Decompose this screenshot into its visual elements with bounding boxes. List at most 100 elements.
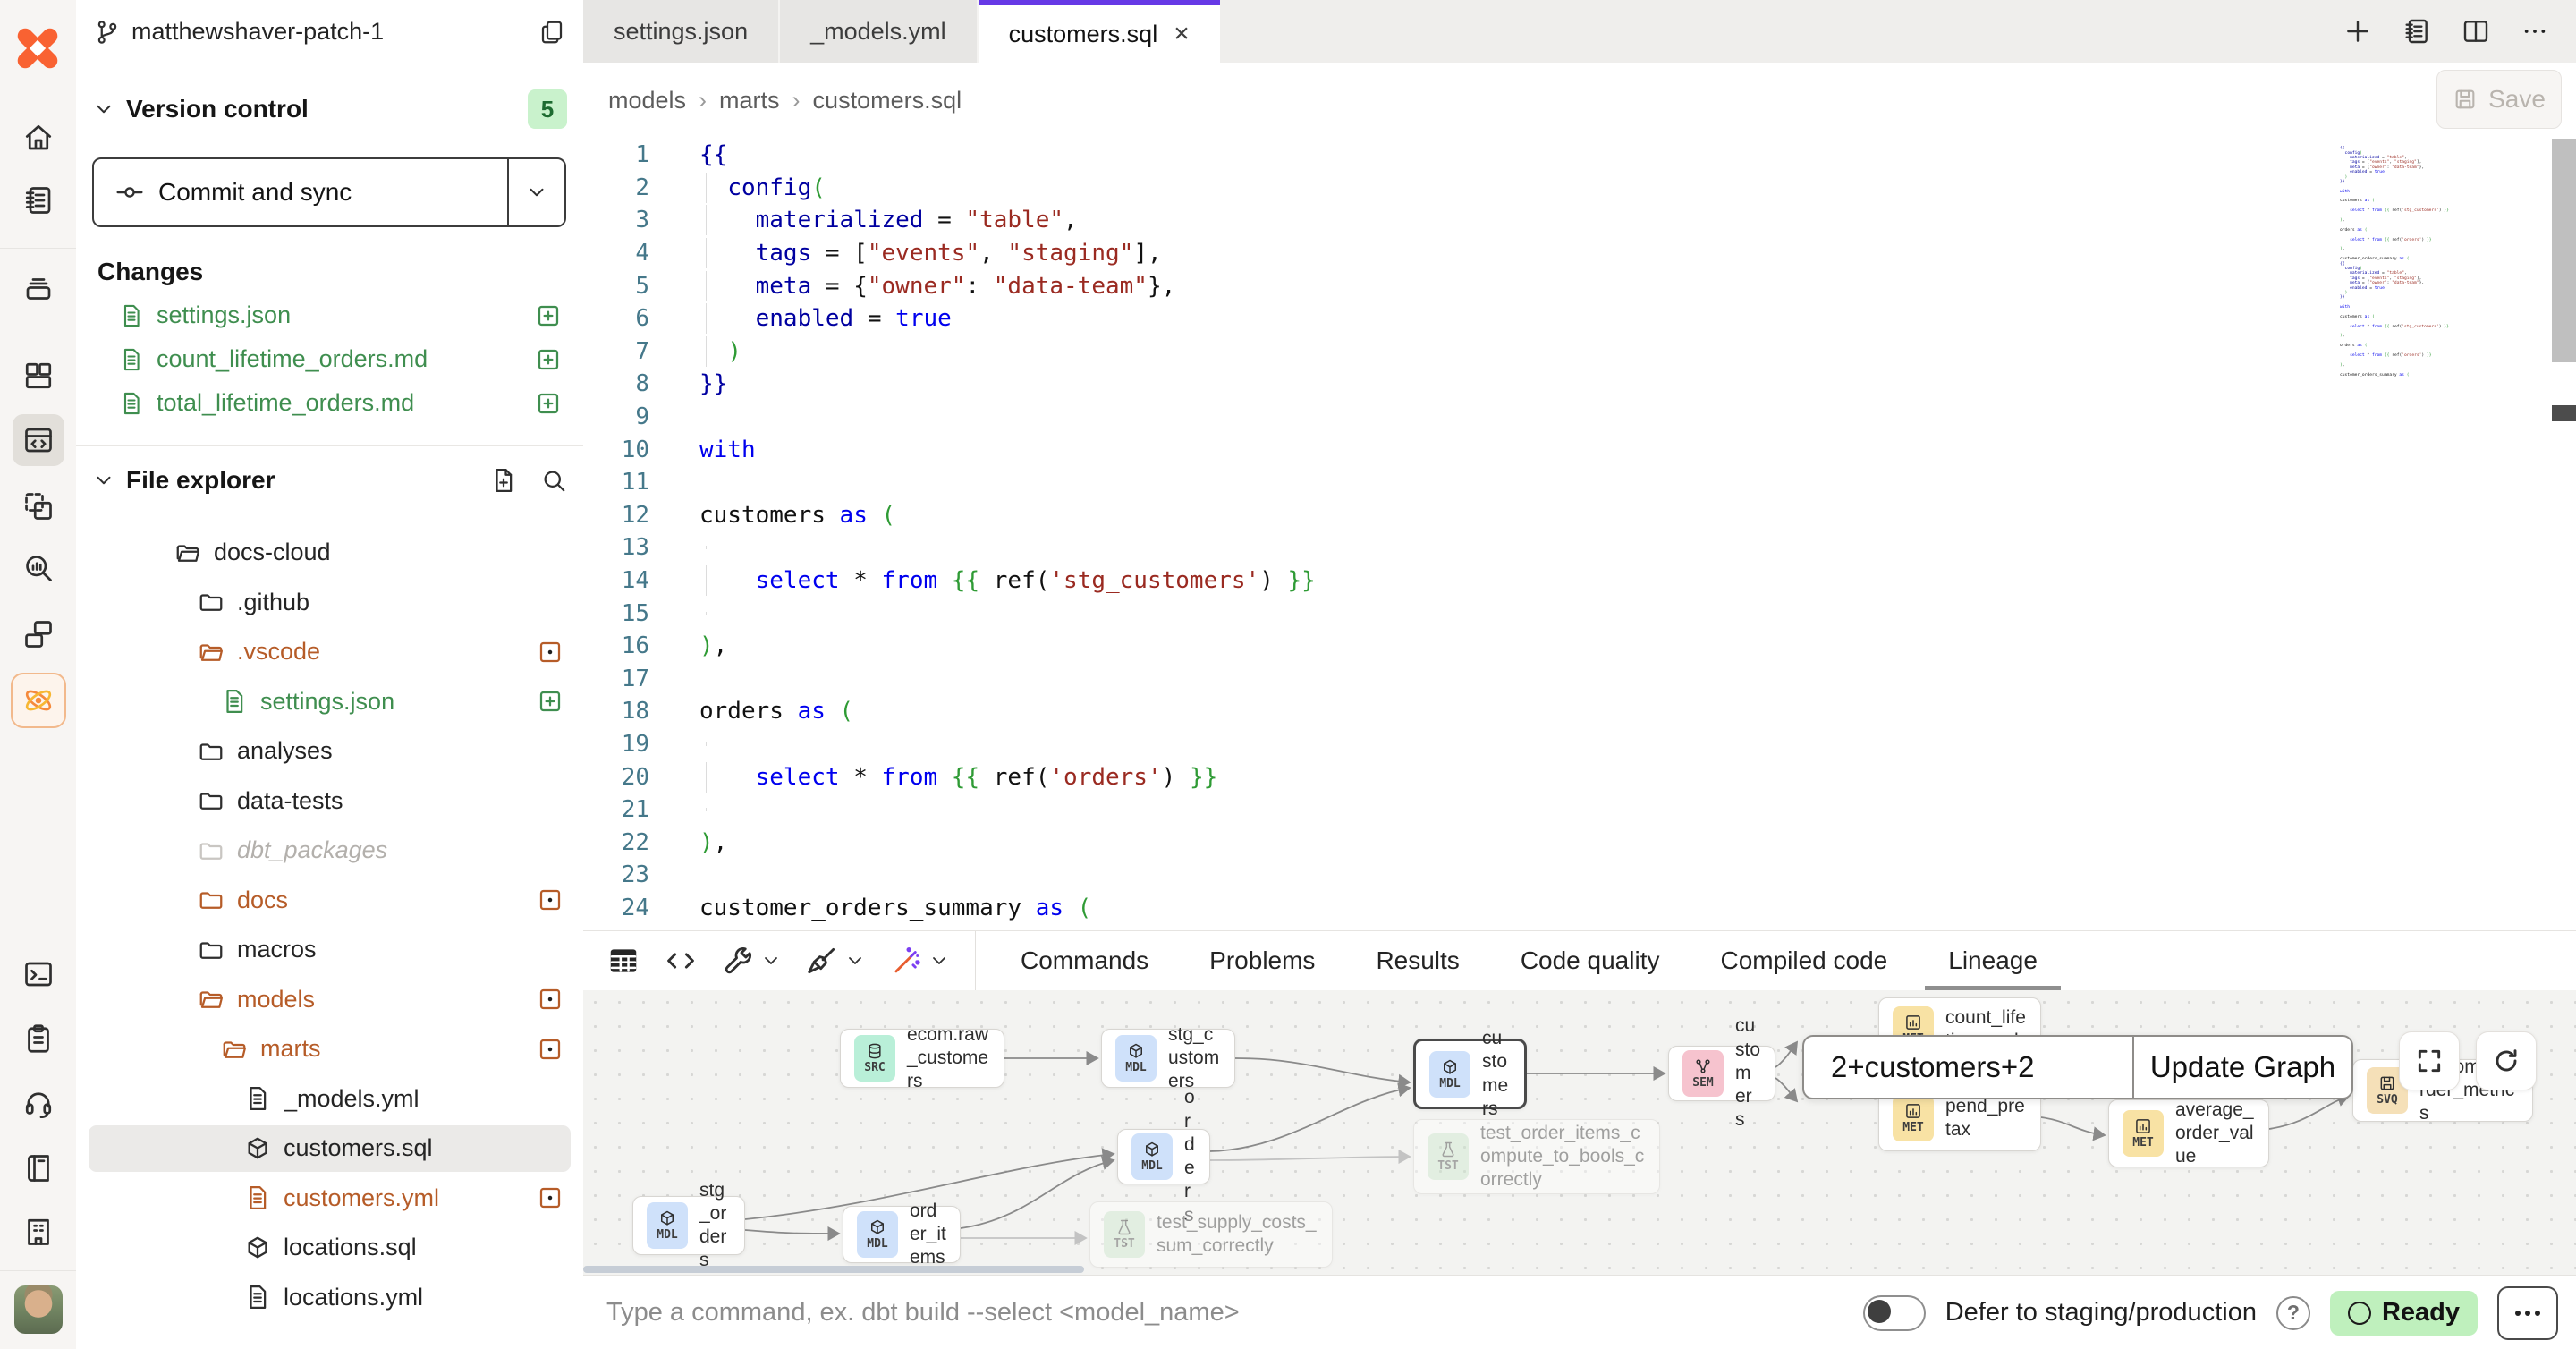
rail-item-headset-icon[interactable]: [13, 1078, 64, 1130]
chevron-down-icon[interactable]: [760, 950, 782, 971]
tree-item-locations.yml[interactable]: locations.yml: [76, 1273, 583, 1323]
code-line: 9: [583, 401, 2576, 434]
rail-item-select-copy-icon[interactable]: [13, 480, 64, 532]
defer-toggle[interactable]: [1863, 1295, 1926, 1331]
lineage-node-ecom.raw_customers[interactable]: SRCecom.raw_customers: [840, 1029, 1004, 1088]
panel-tab-results[interactable]: Results: [1345, 931, 1489, 990]
panel-tab-code-quality[interactable]: Code quality: [1490, 931, 1690, 990]
lineage-canvas[interactable]: SRCecom.raw_customers MDLstg_customers MDL…: [583, 990, 2576, 1275]
rail-item-terminal-icon[interactable]: [13, 948, 64, 1000]
lineage-node-test_order_items[interactable]: TSTtest_order_items_compute_to_bools_cor…: [1413, 1119, 1660, 1194]
split-editor-icon[interactable]: [2462, 17, 2490, 46]
tree-item-label: customers.yml: [284, 1184, 522, 1212]
changed-file-row[interactable]: total_lifetime_orders.md: [76, 381, 583, 425]
lineage-node-customers_sem[interactable]: SEMcustomers: [1668, 1046, 1775, 1101]
panel-tab-commands[interactable]: Commands: [990, 931, 1179, 990]
panel-tab-problems[interactable]: Problems: [1179, 931, 1345, 990]
scrollbar-handle[interactable]: [2552, 405, 2576, 421]
lineage-node-stg_customers[interactable]: MDLstg_customers: [1101, 1029, 1235, 1088]
tree-item-locations.sql[interactable]: locations.sql: [76, 1223, 583, 1273]
editor-scrollbar[interactable]: [2552, 139, 2576, 362]
ai-wand-icon[interactable]: [889, 944, 923, 978]
changed-file-row[interactable]: settings.json: [76, 293, 583, 337]
rail-item-notebook-icon[interactable]: [13, 174, 64, 226]
search-icon[interactable]: [540, 467, 567, 494]
build-wrench-icon[interactable]: [721, 944, 755, 978]
tab-settings.json[interactable]: settings.json: [583, 0, 780, 63]
tab-customers.sql[interactable]: customers.sql×: [979, 0, 1220, 63]
breadcrumb-item[interactable]: marts: [719, 87, 780, 115]
new-file-icon[interactable]: [490, 467, 517, 494]
command-input[interactable]: Type a command, ex. dbt build --select <…: [583, 1298, 1863, 1328]
tree-item-_models.yml[interactable]: _models.yml: [76, 1074, 583, 1124]
changed-file-row[interactable]: count_lifetime_orders.md: [76, 337, 583, 381]
lineage-node-customers_model[interactable]: MDLcustomers: [1413, 1039, 1527, 1109]
tree-item-data-tests[interactable]: data-tests: [76, 776, 583, 827]
chevron-down-icon[interactable]: [844, 950, 866, 971]
commit-options-caret[interactable]: [507, 159, 564, 225]
chevron-down-icon[interactable]: [928, 950, 950, 971]
rail-item-atom-icon[interactable]: [11, 673, 66, 728]
format-broom-icon[interactable]: [805, 944, 839, 978]
rail-item-clipboard-icon[interactable]: [13, 1013, 64, 1065]
lineage-node-label: ecom.raw_customers: [907, 1023, 990, 1094]
rail-item-search-chart-icon[interactable]: [13, 542, 64, 594]
fullscreen-button[interactable]: [2399, 1031, 2460, 1090]
lineage-node-order_items[interactable]: MDLorder_items: [843, 1206, 961, 1263]
save-button[interactable]: Save: [2436, 70, 2562, 129]
rail-item-building-icon[interactable]: [13, 1206, 64, 1258]
rail-item-stack-icon[interactable]: [13, 263, 64, 315]
tree-item-docs[interactable]: docs: [76, 876, 583, 926]
tree-item-settings.json[interactable]: settings.json: [76, 677, 583, 727]
update-graph-button[interactable]: Update Graph: [2132, 1037, 2351, 1098]
avatar[interactable]: [14, 1285, 63, 1334]
lineage-node-average_order_value[interactable]: METaverage_order_value: [2108, 1099, 2269, 1167]
changes-title: Changes: [97, 258, 203, 286]
tree-item-docs-cloud[interactable]: docs-cloud: [76, 528, 583, 578]
copy-icon[interactable]: [538, 19, 565, 46]
tree-item-dbt_packages[interactable]: dbt_packages: [76, 826, 583, 876]
tree-item-models[interactable]: models: [76, 975, 583, 1025]
results-table-icon[interactable]: [606, 944, 640, 978]
minimap[interactable]: {{ config( materialized = "table", tags …: [2336, 146, 2470, 405]
refresh-graph-button[interactable]: [2476, 1031, 2537, 1090]
status-more-button[interactable]: [2497, 1286, 2558, 1340]
close-icon[interactable]: ×: [1174, 19, 1190, 49]
tree-item-label: dbt_packages: [237, 836, 565, 864]
rail-item-code-window-icon[interactable]: [13, 414, 64, 466]
notebook-icon[interactable]: [2402, 17, 2431, 46]
commit-and-sync-button[interactable]: Commit and sync: [92, 157, 566, 227]
tab-_models.yml[interactable]: _models.yml: [780, 0, 979, 63]
dbt-logo-icon[interactable]: [13, 23, 63, 73]
rail-item-book-icon[interactable]: [13, 1142, 64, 1194]
tree-item-marts[interactable]: marts: [76, 1024, 583, 1074]
lineage-node-test_supply[interactable]: TSTtest_supply_costs_sum_correctly: [1089, 1201, 1333, 1268]
chart-icon: MET: [1893, 1095, 1934, 1141]
tree-item-.vscode[interactable]: .vscode: [76, 627, 583, 677]
code-icon[interactable]: [664, 944, 698, 978]
tree-item-label: models: [237, 986, 522, 1014]
tree-item-label: locations.yml: [284, 1284, 565, 1311]
panel-tab-compiled-code[interactable]: Compiled code: [1690, 931, 1918, 990]
lineage-hscrollbar[interactable]: [583, 1266, 1084, 1273]
rail-item-windows-icon[interactable]: [13, 608, 64, 660]
file-explorer-header[interactable]: File explorer: [92, 460, 567, 501]
tree-item-analyses[interactable]: analyses: [76, 726, 583, 776]
breadcrumb-item[interactable]: models: [608, 87, 686, 115]
lineage-selector-input[interactable]: 2+customers+2: [1804, 1037, 2132, 1098]
tree-item-.github[interactable]: .github: [76, 578, 583, 628]
help-question-icon[interactable]: ?: [2276, 1296, 2310, 1330]
code-editor[interactable]: 1{{2 config(3 materialized = "table",4 t…: [583, 139, 2576, 930]
rail-item-grid-icon[interactable]: [13, 350, 64, 402]
more-options-icon[interactable]: [2521, 17, 2549, 46]
version-control-header[interactable]: Version control 5: [92, 88, 567, 131]
tree-item-customers.yml[interactable]: customers.yml: [76, 1174, 583, 1224]
lineage-node-stg_orders[interactable]: MDLstg_orders: [632, 1196, 745, 1255]
tree-item-macros[interactable]: macros: [76, 925, 583, 975]
rail-item-home-icon[interactable]: [13, 112, 64, 164]
lineage-node-orders[interactable]: MDLorders: [1117, 1129, 1210, 1184]
panel-tab-lineage[interactable]: Lineage: [1918, 931, 2068, 990]
tree-item-customers.sql[interactable]: customers.sql: [76, 1124, 583, 1174]
new-tab-icon[interactable]: [2343, 17, 2372, 46]
breadcrumb-item[interactable]: customers.sql: [813, 87, 962, 115]
